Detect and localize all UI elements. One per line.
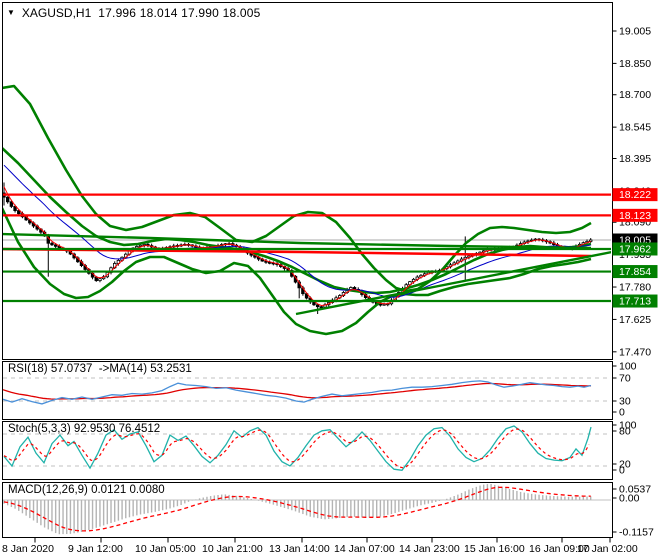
- price-badge-support: 17.962: [612, 242, 658, 256]
- time-label: 14 Jan 23:00: [399, 543, 460, 555]
- svg-text:17.713: 17.713: [619, 296, 651, 308]
- price-label: 17.470: [619, 346, 651, 358]
- rsi-scale-label: 0: [619, 407, 625, 419]
- chart-title: ▼ XAGUSD,H1 17.996 18.014 17.990 18.005: [7, 6, 261, 20]
- macd-scale-label: 0.00: [619, 493, 640, 505]
- svg-text:17.854: 17.854: [619, 266, 651, 278]
- time-label: 13 Jan 14:00: [269, 543, 330, 555]
- price-badge-resistance: 18.222: [612, 188, 658, 202]
- ohlc-values: 17.996 18.014 17.990 18.005: [98, 6, 261, 20]
- price-label: 19.005: [619, 26, 651, 38]
- rsi-header: RSI(18) 57.0737 ->MA(14) 53.2531: [8, 363, 192, 375]
- price-label: 17.780: [619, 282, 651, 294]
- price-badge-resistance: 18.123: [612, 208, 658, 222]
- symbol-label: XAGUSD,H1: [21, 6, 92, 20]
- price-label: 18.545: [619, 122, 651, 134]
- time-label: 9 Jan 12:00: [68, 543, 123, 555]
- macd-scale-label: -0.1157: [619, 527, 654, 539]
- rsi-scale-label: 100: [619, 361, 637, 373]
- chart-canvas[interactable]: 19.00518.85018.70018.54518.39518.24018.0…: [0, 0, 660, 560]
- price-badge-support: 17.713: [612, 294, 658, 308]
- stoch-header: Stoch(5,3,3) 92.9530 76.4512: [8, 423, 161, 435]
- time-label: 10 Jan 21:00: [202, 543, 263, 555]
- svg-text:18.123: 18.123: [619, 210, 651, 222]
- macd-header: MACD(12,26,9) 0.0121 0.0080: [8, 484, 165, 496]
- rsi-scale-label: 70: [619, 373, 631, 385]
- price-label: 17.625: [619, 314, 651, 326]
- price-label: 18.395: [619, 153, 651, 165]
- time-label: 8 Jan 2020: [2, 543, 54, 555]
- time-label: 10 Jan 05:00: [135, 543, 196, 555]
- time-axis[interactable]: 8 Jan 2020 9 Jan 12:00 10 Jan 05:00 10 Jan …: [2, 537, 638, 556]
- price-axis[interactable]: 19.00518.85018.70018.54518.39518.24018.0…: [612, 26, 658, 539]
- time-label: 15 Jan 16:00: [464, 543, 525, 555]
- stoch-scale-label: 80: [619, 426, 631, 438]
- time-label: 17 Jan 02:00: [577, 543, 638, 555]
- time-label: 14 Jan 07:00: [334, 543, 395, 555]
- mt4-chart-window: 19.00518.85018.70018.54518.39518.24018.0…: [0, 0, 660, 560]
- price-label: 18.850: [619, 58, 651, 70]
- symbol-dropdown-icon[interactable]: ▼: [7, 8, 15, 18]
- price-label: 18.700: [619, 89, 651, 101]
- svg-text:18.222: 18.222: [619, 189, 651, 201]
- svg-text:17.962: 17.962: [619, 243, 651, 255]
- price-badge-support: 17.854: [612, 265, 658, 279]
- stoch-scale-label: 0: [619, 465, 625, 477]
- main-pane[interactable]: [2, 2, 613, 360]
